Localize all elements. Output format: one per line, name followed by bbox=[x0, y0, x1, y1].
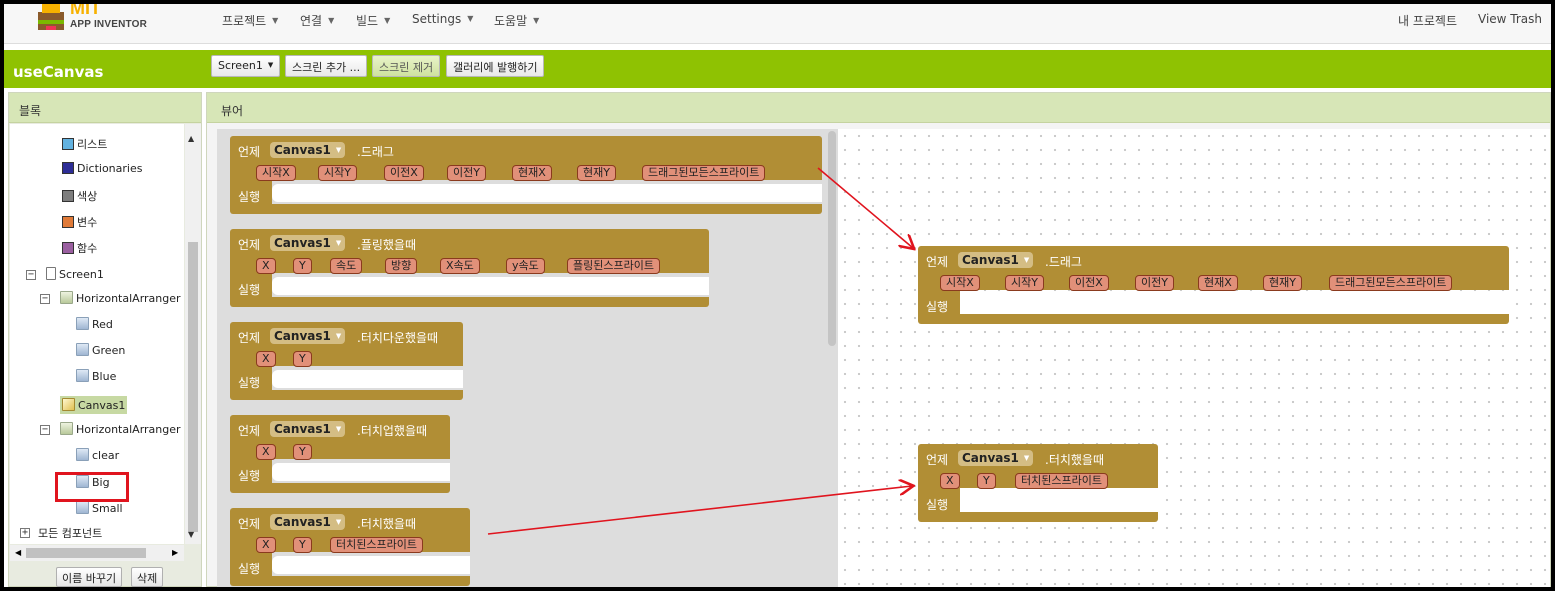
arrow-drag bbox=[817, 167, 913, 248]
annotation-arrows bbox=[487, 167, 1551, 535]
arrow-touched bbox=[487, 486, 912, 535]
app-window: MIT APP INVENTOR 프로젝트 ▼ 연결 ▼ 빌드 ▼ Settings ▼… bbox=[4, 4, 1551, 587]
